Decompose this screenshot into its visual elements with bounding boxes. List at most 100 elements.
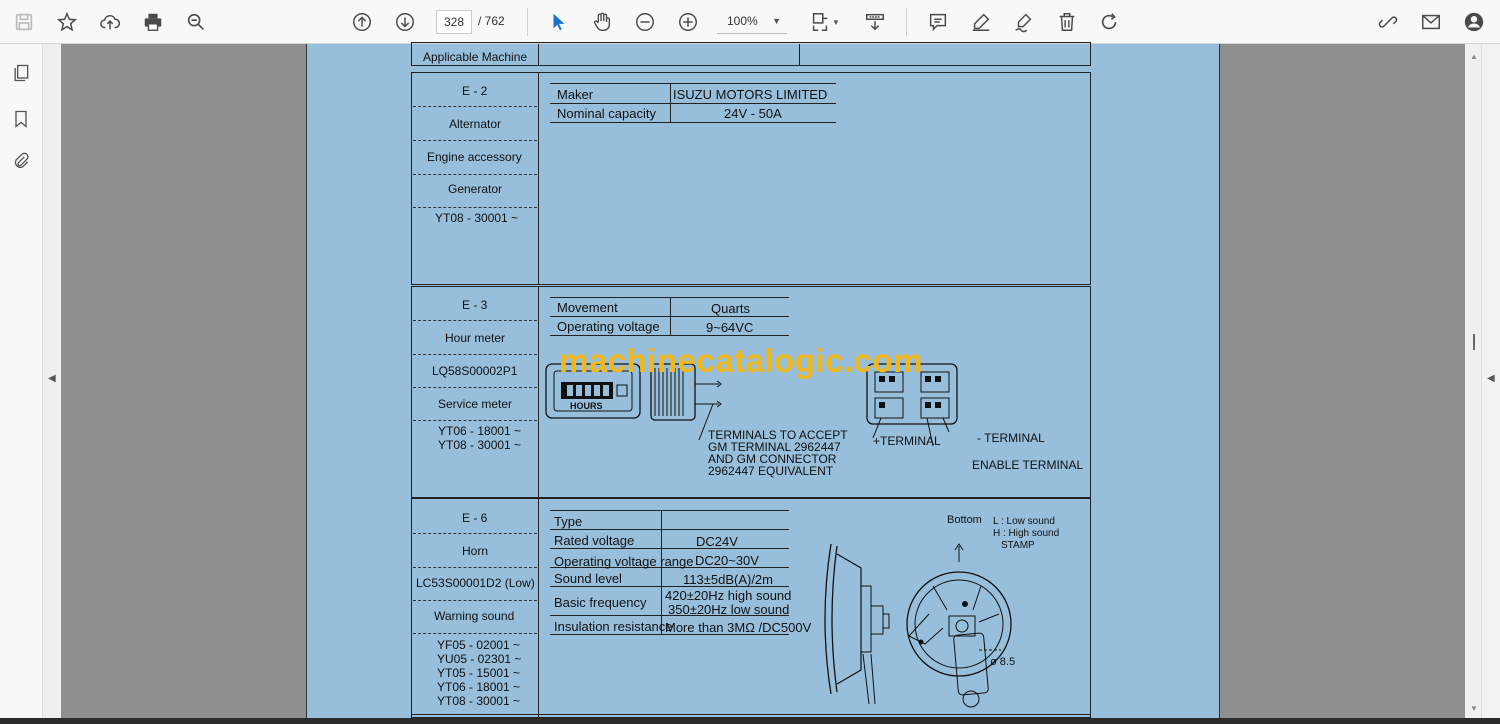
table-divider [538,44,539,66]
page-total: / 762 [478,14,505,28]
bookmarks-icon[interactable] [8,106,34,132]
delete-trash-icon[interactable] [1053,8,1081,36]
e3-spec-value: 9~64VC [706,320,754,335]
e6-spec-label: Type [554,514,583,529]
e2-spec-value: ISUZU MOTORS LIMITED [673,87,828,102]
dashed-separator [413,140,537,141]
spec-divider [670,297,671,335]
page-number-input[interactable]: 328 [436,10,472,34]
page-thumbnails-icon[interactable] [8,60,34,86]
zoom-in-icon[interactable] [674,8,702,36]
zoom-level-select[interactable]: 100% ▼ [717,10,787,34]
e3-serial-2: YT08 - 30001 ~ [438,438,522,452]
expand-left-panel-icon[interactable]: ◀ [48,373,56,384]
e3-part: LQ58S00002P1 [432,364,518,378]
spec-rule [550,335,789,336]
spec-rule [550,529,789,530]
e3-note-4: 2962447 EQUIVALENT [708,464,834,478]
bookmark-star-icon[interactable] [53,8,81,36]
dashed-separator [413,567,537,568]
horn-high-label: H : High sound [993,528,1060,539]
taskbar-edge [0,718,1500,724]
expand-right-panel-icon[interactable]: ◀ [1487,373,1495,384]
table-divider [799,44,800,66]
e6-spec-value: 350±20Hz low sound [668,602,790,617]
minus-terminal-label: - TERMINAL [977,431,1045,445]
spec-rule [550,548,789,549]
e2-spec-value: 24V - 50A [724,106,782,121]
toolbar: 328 / 762 100% ▼ ▼ [0,0,1500,44]
spec-rule [550,103,836,104]
account-icon[interactable] [1460,8,1488,36]
e3-type: Service meter [438,397,513,411]
scroll-mode-icon[interactable] [861,8,889,36]
plus-terminal-label: +TERMINAL [873,434,941,448]
save-icon[interactable] [10,8,38,36]
hand-tool-icon[interactable] [588,8,616,36]
e2-spec-label: Maker [557,87,594,102]
previous-page-icon[interactable] [348,8,376,36]
e6-code: E - 6 [462,511,488,525]
watermark-text: machinecatalogic.com [559,342,923,379]
hours-display-label: HOURS [570,401,603,411]
upload-cloud-icon[interactable] [96,8,124,36]
horn-drawing [824,543,1012,708]
e3-serial-1: YT06 - 18001 ~ [438,424,522,438]
e6-name: Horn [462,544,489,558]
spec-rule [550,510,789,511]
spec-rule [550,122,836,123]
e6-spec-label: Sound level [554,571,622,586]
applicable-machine-label: Applicable Machine [423,50,528,64]
email-icon[interactable] [1417,8,1445,36]
e6-spec-value: More than 3MΩ /DC500V [665,620,812,635]
link-edit-icon[interactable] [1374,8,1402,36]
scroll-up-icon[interactable]: ▲ [1470,52,1478,61]
e2-category: Engine accessory [427,150,522,164]
horn-diameter-label: ø 8.5 [990,656,1016,668]
draw-signature-icon[interactable] [1010,8,1038,36]
comment-icon[interactable] [924,8,952,36]
select-cursor-icon[interactable] [545,8,573,36]
redo-icon[interactable] [1096,8,1124,36]
table-divider [538,72,539,285]
e3-spec-label: Movement [557,300,618,315]
e3-spec-value: Quarts [711,301,751,316]
highlight-pen-icon[interactable] [967,8,995,36]
spec-divider [661,510,662,634]
next-page-icon[interactable] [391,8,419,36]
dashed-separator [413,600,537,601]
zoom-search-icon[interactable] [182,8,210,36]
e3-spec-label: Operating voltage [557,319,660,334]
e6-spec-label: Rated voltage [554,533,635,548]
scrollbar-thumb[interactable] [1473,334,1475,350]
zoom-level-value: 100% [727,14,758,28]
left-navigation-rail [0,44,43,724]
chevron-down-icon: ▼ [772,16,781,26]
dashed-separator [413,207,537,208]
e6-serial: YU05 - 02301 ~ [437,652,522,666]
right-panel-rail [1481,44,1500,724]
dashed-separator [413,320,537,321]
e6-serial: YT05 - 15001 ~ [437,666,521,680]
dashed-separator [413,354,537,355]
dashed-separator [413,174,537,175]
e6-spec-value: DC20~30V [695,553,759,568]
scroll-down-icon[interactable]: ▼ [1470,704,1478,713]
zoom-out-icon[interactable] [631,8,659,36]
print-icon[interactable] [139,8,167,36]
e6-spec-value: 420±20Hz high sound [665,588,792,603]
horn-bottom-label: Bottom [947,514,982,526]
table-divider [538,498,539,718]
fit-dropdown-icon[interactable]: ▼ [829,8,843,36]
e6-serial: YF05 - 02001 ~ [437,638,521,652]
table-divider [538,286,539,498]
attachments-paperclip-icon[interactable] [8,148,34,174]
horn-stamp-label: STAMP [1001,540,1035,551]
e6-spec-value: 113±5dB(A)/2m [683,572,773,587]
e6-spec-value: DC24V [696,534,738,549]
vertical-scrollbar[interactable] [1465,44,1481,718]
e2-code: E - 2 [462,84,488,98]
dashed-separator [413,533,537,534]
spec-rule [550,83,836,84]
e2-name: Alternator [449,117,502,131]
